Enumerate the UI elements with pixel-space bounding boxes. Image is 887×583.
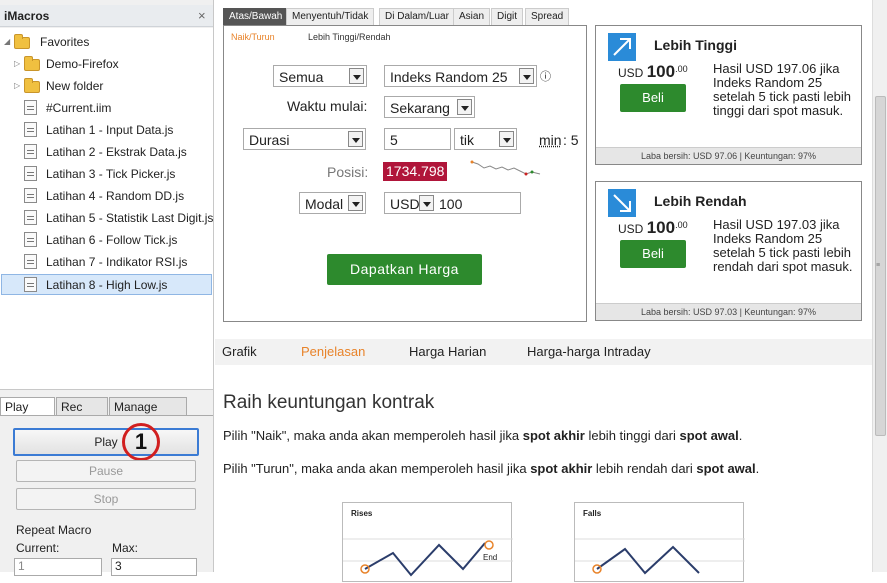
folder-icon (14, 37, 30, 49)
tab-play[interactable]: Play (0, 397, 55, 416)
spot-sparkline (470, 156, 542, 180)
tab-rec[interactable]: Rec (56, 397, 108, 416)
higher-card: Lebih Tinggi USD 100.00 Beli Hasil USD 1… (595, 25, 862, 165)
duration-unit-select[interactable]: tik (454, 128, 517, 150)
info-tabs: Grafik Penjelasan Harga Harian Harga-har… (215, 339, 872, 365)
imacros-title: iMacros (4, 9, 49, 23)
currency-select[interactable]: USD (384, 192, 437, 214)
tab-menyentuh-tidak[interactable]: Menyentuh/Tidak (286, 8, 374, 26)
market-select[interactable]: Indeks Random 25 (384, 65, 537, 87)
tab-manage[interactable]: Manage (109, 397, 187, 416)
chevron-down-icon (519, 68, 534, 84)
section-heading: Raih keuntungan kontrak (223, 392, 434, 414)
macro-file-icon (24, 100, 37, 115)
tree-item-latihan-8[interactable]: Latihan 8 - High Low.js (1, 274, 212, 295)
script-file-icon (24, 188, 37, 203)
rises-line (343, 503, 513, 583)
tab-grafik[interactable]: Grafik (222, 344, 257, 359)
min-label: min (539, 132, 562, 148)
collapse-icon[interactable]: ◢ (4, 32, 10, 52)
card-description: Hasil USD 197.06 jika Indeks Random 25 s… (713, 62, 855, 118)
card-footer: Laba bersih: USD 97.03 | Keuntungan: 97% (596, 303, 861, 320)
arrow-up-right-icon (608, 33, 636, 61)
card-price: USD 100.00 (618, 218, 688, 238)
card-footer: Laba bersih: USD 97.06 | Keuntungan: 97% (596, 147, 861, 164)
info-icon[interactable]: ⓘ (540, 68, 551, 84)
pause-button[interactable]: Pause (16, 460, 196, 482)
tab-harga-harian[interactable]: Harga Harian (409, 344, 486, 359)
start-time-label: Waktu mulai: (287, 98, 367, 114)
rises-illustration: Rises End (342, 502, 512, 582)
spot-value: 1734.798 (383, 162, 447, 181)
start-time-select[interactable]: Sekarang (384, 96, 475, 118)
buy-lower-button[interactable]: Beli (620, 240, 686, 268)
tab-di-dalam-luar[interactable]: Di Dalam/Luar (379, 8, 455, 26)
amount-input[interactable]: 100 (435, 192, 521, 214)
tab-atas-bawah[interactable]: Atas/Bawah (223, 8, 288, 26)
page-scrollbar[interactable]: ≡ (872, 0, 887, 572)
folder-icon (24, 81, 40, 93)
close-icon[interactable]: × (198, 8, 206, 23)
script-file-icon (24, 254, 37, 269)
script-file-icon (24, 166, 37, 181)
tab-divider (0, 415, 213, 416)
falls-line (575, 503, 745, 583)
arrow-down-right-icon (608, 189, 636, 217)
lower-card: Lebih Rendah USD 100.00 Beli Hasil USD 1… (595, 181, 862, 321)
chevron-down-icon (348, 131, 363, 147)
paragraph-fall: Pilih "Turun", maka anda akan memperoleh… (223, 461, 759, 476)
chevron-down-icon (348, 195, 363, 211)
chevron-down-icon (499, 131, 514, 147)
script-file-icon (24, 122, 37, 137)
falls-illustration: Falls (574, 502, 744, 582)
macro-tree: ◢ Favorites ▷ Demo-Firefox ▷ New folder … (0, 28, 213, 390)
grip-icon: ≡ (876, 262, 880, 269)
repeat-macro-label: Repeat Macro (16, 523, 91, 537)
stop-button[interactable]: Stop (16, 488, 196, 510)
current-field[interactable]: 1 (14, 558, 102, 576)
duration-input[interactable]: 5 (384, 128, 451, 150)
script-file-icon (24, 232, 37, 247)
script-file-icon (24, 277, 37, 292)
current-label: Current: (16, 541, 59, 555)
card-title: Lebih Tinggi (654, 37, 737, 53)
amount-type-select[interactable]: Modal (299, 192, 366, 214)
min-value: : 5 (563, 132, 579, 148)
buy-higher-button[interactable]: Beli (620, 84, 686, 112)
step-badge: 1 (122, 423, 160, 461)
chevron-down-icon (419, 195, 434, 211)
max-field[interactable]: 3 (111, 558, 197, 576)
tab-harga-intraday[interactable]: Harga-harga Intraday (527, 344, 651, 359)
imacros-panel: iMacros × ◢ Favorites ▷ Demo-Firefox ▷ N… (0, 0, 214, 572)
imacros-header: iMacros × (0, 5, 213, 27)
tab-asian[interactable]: Asian (453, 8, 490, 26)
card-description: Hasil USD 197.03 jika Indeks Random 25 s… (713, 218, 855, 274)
card-price: USD 100.00 (618, 62, 688, 82)
folder-icon (24, 59, 40, 71)
expand-icon[interactable]: ▷ (14, 76, 20, 96)
play-button[interactable]: Play (13, 428, 199, 456)
duration-type-select[interactable]: Durasi (243, 128, 366, 150)
end-label: End (483, 553, 497, 562)
tab-spread[interactable]: Spread (525, 8, 569, 26)
subtab-lebih-tinggi-rendah[interactable]: Lebih Tinggi/Rendah (308, 32, 391, 42)
chevron-down-icon (349, 68, 364, 84)
tab-penjelasan[interactable]: Penjelasan (301, 344, 365, 359)
max-label: Max: (112, 541, 138, 555)
spot-label: Posisi: (327, 164, 368, 180)
script-file-icon (24, 210, 37, 225)
expand-icon[interactable]: ▷ (14, 54, 20, 74)
script-file-icon (24, 144, 37, 159)
get-price-button[interactable]: Dapatkan Harga (327, 254, 482, 285)
subtab-naik-turun[interactable]: Naik/Turun (231, 32, 275, 42)
tab-digit[interactable]: Digit (491, 8, 523, 26)
card-title: Lebih Rendah (654, 193, 747, 209)
market-type-select[interactable]: Semua (273, 65, 367, 87)
paragraph-rise: Pilih "Naik", maka anda akan memperoleh … (223, 428, 742, 443)
chevron-down-icon (457, 99, 472, 115)
